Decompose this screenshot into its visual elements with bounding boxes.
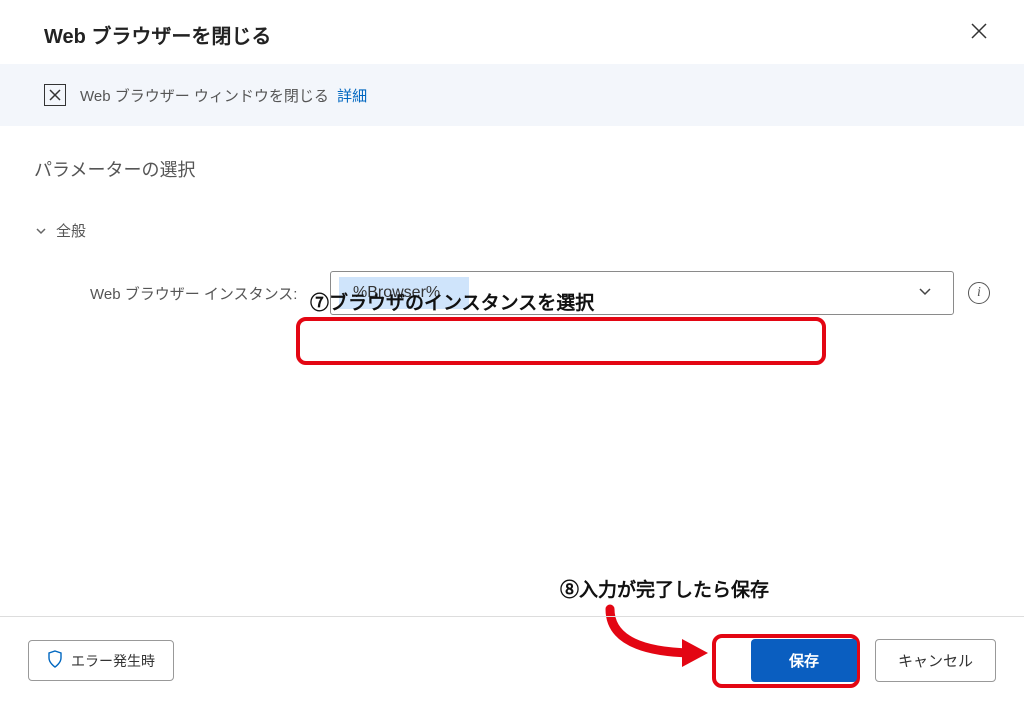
annotation-highlight-input: [296, 317, 826, 365]
dialog-title: Web ブラウザーを閉じる: [44, 20, 271, 49]
dialog-footer: エラー発生時 保存 キャンセル: [0, 616, 1024, 704]
annotation-step8: ⑧入力が完了したら保存: [560, 575, 769, 602]
banner-text: Web ブラウザー ウィンドウを閉じる 詳細: [80, 85, 367, 106]
cancel-button[interactable]: キャンセル: [875, 639, 996, 682]
group-general[interactable]: 全般: [34, 220, 990, 241]
annotation-step7: ⑦ブラウザのインスタンスを選択: [310, 288, 594, 315]
details-link[interactable]: 詳細: [337, 88, 367, 105]
group-label: 全般: [56, 220, 86, 241]
section-title: パラメーターの選択: [0, 126, 1024, 190]
shield-icon: [47, 650, 63, 671]
info-banner: Web ブラウザー ウィンドウを閉じる 詳細: [0, 64, 1024, 126]
save-button[interactable]: 保存: [751, 639, 857, 682]
on-error-label: エラー発生時: [71, 651, 155, 671]
info-icon[interactable]: i: [968, 282, 990, 304]
close-icon: [970, 22, 988, 40]
close-button[interactable]: [962, 18, 996, 50]
field-label-browser-instance: Web ブラウザー インスタンス:: [90, 283, 330, 304]
close-box-icon: [44, 84, 66, 106]
chevron-down-icon: [34, 224, 48, 238]
chevron-down-icon[interactable]: [897, 283, 953, 304]
on-error-button[interactable]: エラー発生時: [28, 640, 174, 681]
banner-description: Web ブラウザー ウィンドウを閉じる: [80, 88, 329, 105]
